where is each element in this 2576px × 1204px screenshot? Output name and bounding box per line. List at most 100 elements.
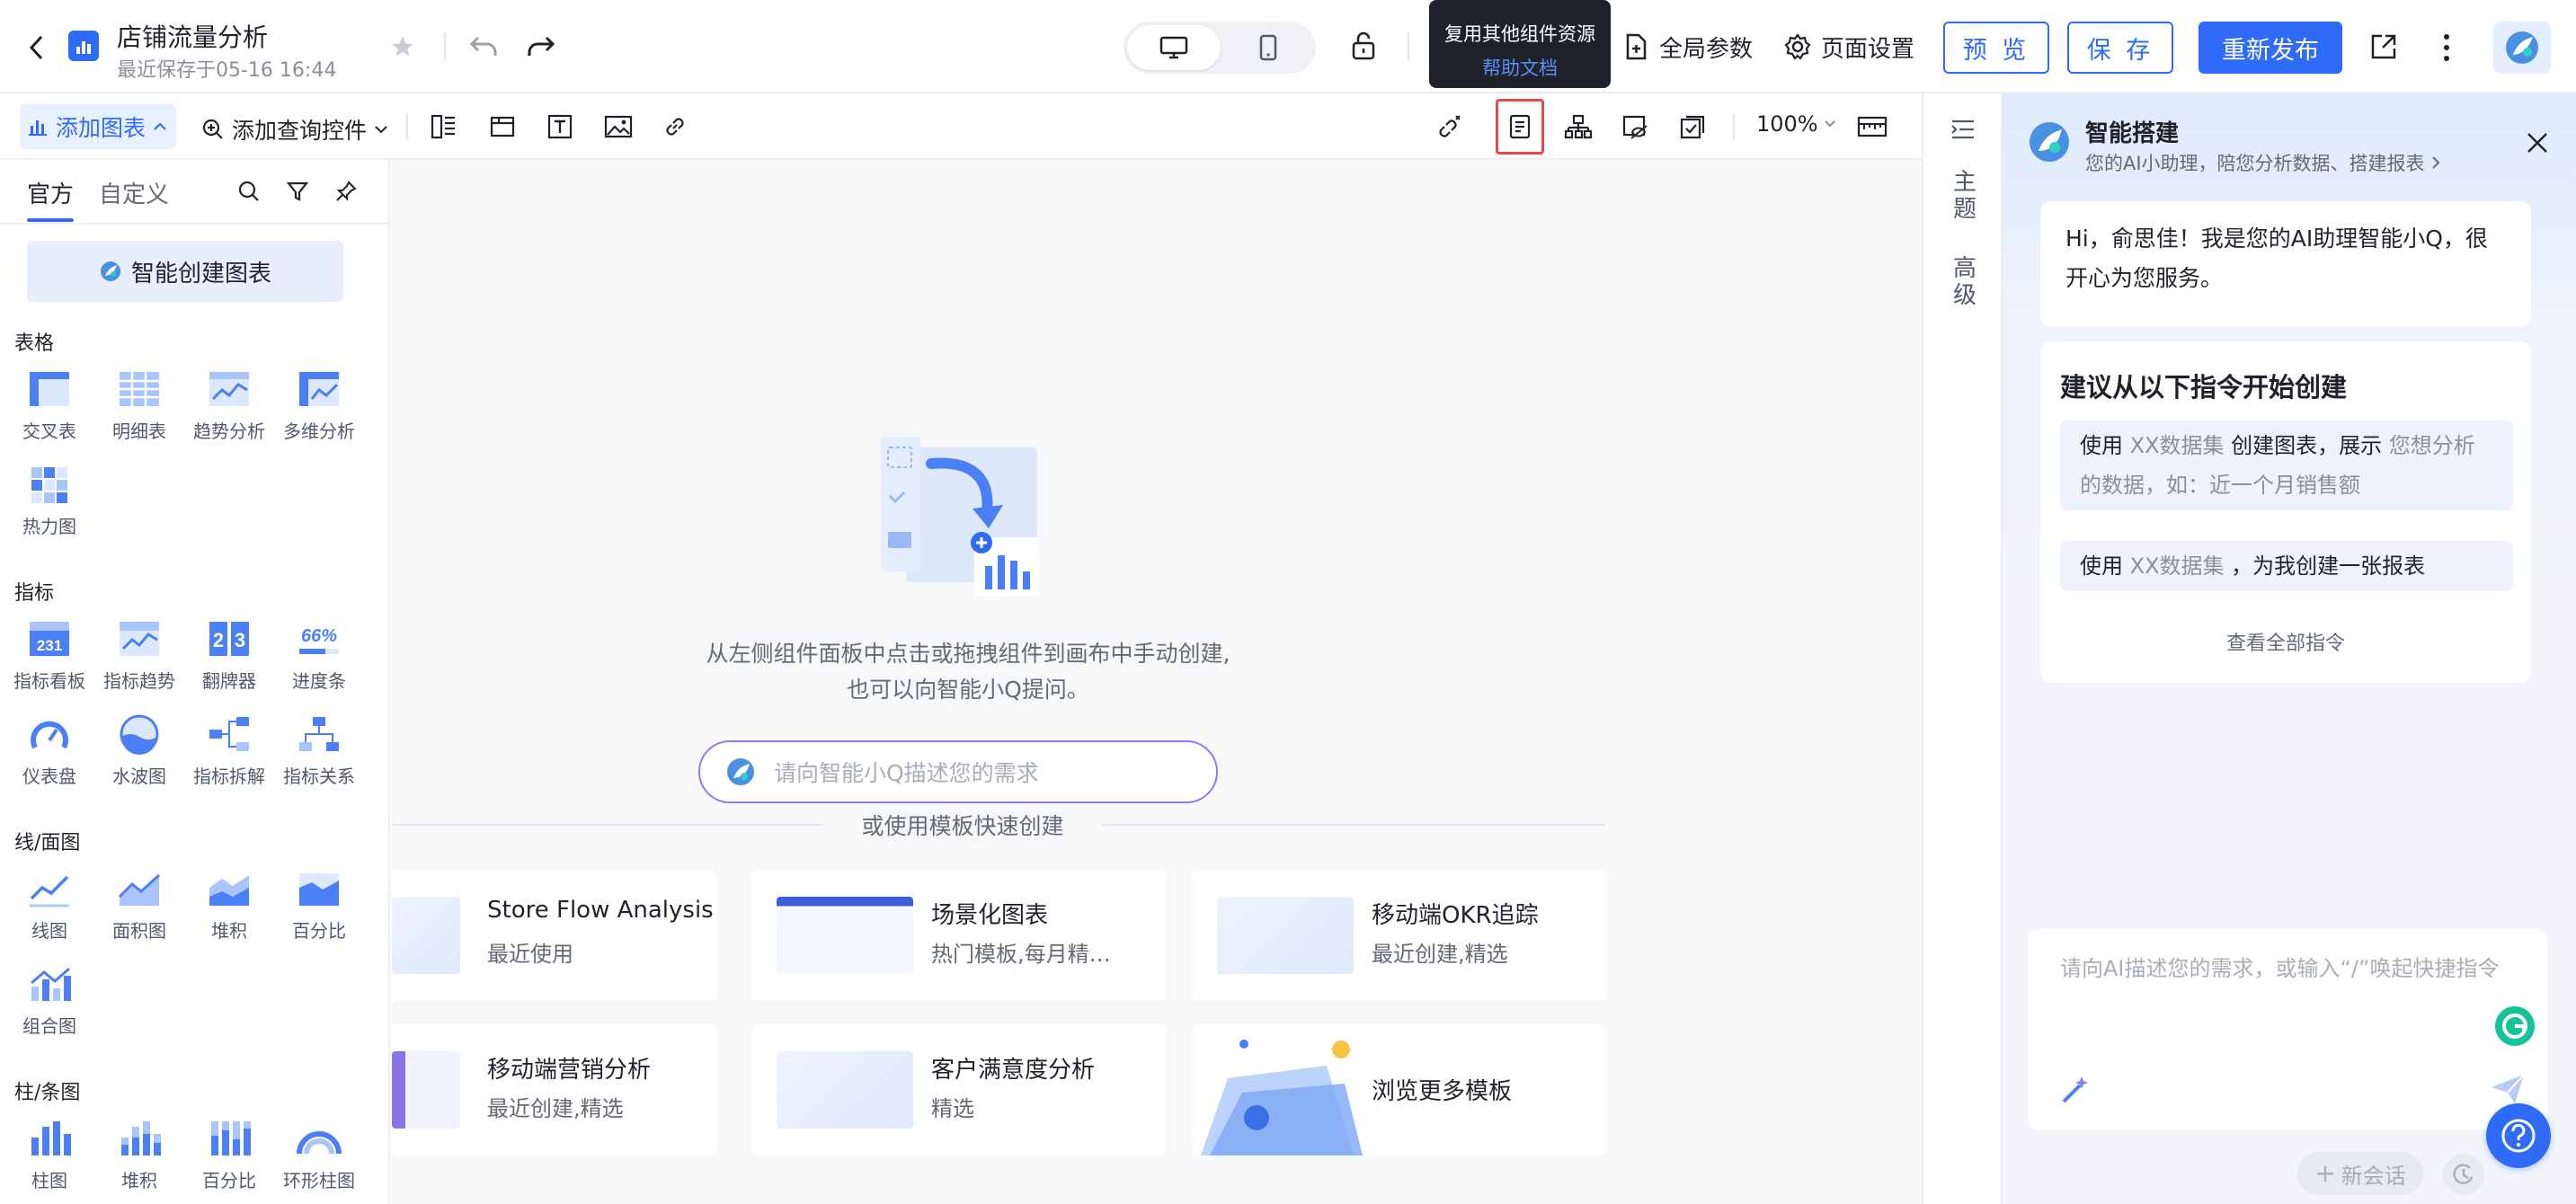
chart-label: 指标拆解: [193, 766, 265, 787]
add-query-control-button[interactable]: 添加查询控件: [201, 113, 388, 146]
new-chat-label: 新会话: [2341, 1163, 2406, 1189]
ai-create-chart-button[interactable]: 智能创建图表: [27, 241, 343, 302]
chart-liquid[interactable]: 水波图: [94, 713, 184, 803]
chart-bar[interactable]: 柱图: [4, 1118, 94, 1204]
chart-combo[interactable]: 组合图: [4, 963, 94, 1053]
chart-multidim-analysis[interactable]: 多维分析: [274, 368, 364, 458]
chart-progress-bar[interactable]: 66% 进度条: [274, 618, 364, 708]
template-card[interactable]: Store Flow Analysis 最近使用: [392, 870, 717, 1001]
plus-icon: +: [2314, 1158, 2336, 1188]
chart-label: 翻牌器: [202, 670, 256, 692]
template-card[interactable]: 移动端OKR追踪 最近创建,精选: [1192, 870, 1607, 1001]
tab-official[interactable]: 官方: [27, 176, 75, 222]
star-icon[interactable]: [390, 34, 415, 59]
percent-area-icon: [296, 868, 342, 909]
tab-advanced[interactable]: 高级: [1952, 255, 1977, 309]
chart-line[interactable]: 线图: [4, 868, 94, 958]
chart-trend-analysis[interactable]: 趋势分析: [184, 368, 274, 458]
data-link-icon[interactable]: [1435, 113, 1463, 140]
help-doc-link[interactable]: 帮助文档: [1429, 54, 1611, 81]
ai-panel-title: 智能搭建: [2085, 120, 2180, 147]
text-icon[interactable]: [546, 113, 573, 140]
chart-stacked-bar[interactable]: 堆积: [94, 1118, 184, 1204]
ai-assistant-icon[interactable]: [2493, 22, 2551, 74]
suggestion-item[interactable]: 使用 XX数据集 ，为我创建一张报表: [2060, 541, 2513, 591]
mobile-icon[interactable]: [1258, 34, 1278, 61]
device-toggle[interactable]: [1124, 22, 1316, 74]
browse-more-templates[interactable]: 浏览更多模板: [1192, 1024, 1607, 1155]
chart-label: 线图: [31, 920, 67, 942]
lock-icon[interactable]: [1350, 31, 1377, 61]
page-settings-button[interactable]: 页面设置: [1821, 31, 1914, 64]
chart-detail-table[interactable]: 明细表: [94, 368, 184, 458]
add-chart-button[interactable]: 添加图表: [20, 104, 176, 149]
history-icon[interactable]: [2443, 1154, 2484, 1195]
gear-icon[interactable]: [1783, 32, 1812, 61]
image-icon[interactable]: [604, 113, 633, 140]
check-icon[interactable]: [1679, 113, 1708, 140]
reuse-resource-tooltip: 复用其他组件资源 帮助文档: [1429, 0, 1611, 88]
chart-metric-trend[interactable]: 指标趋势: [94, 618, 184, 708]
reuse-resource-icon[interactable]: [1506, 113, 1533, 140]
back-icon[interactable]: [27, 34, 47, 61]
pin-icon[interactable]: [334, 180, 358, 203]
template-card[interactable]: 移动端营销分析 最近创建,精选: [392, 1024, 717, 1155]
global-params-icon[interactable]: [1623, 32, 1648, 61]
close-icon[interactable]: [2526, 131, 2549, 155]
ai-input-box[interactable]: 请向AI描述您的需求，或输入“/”唤起快捷指令: [2028, 929, 2547, 1130]
redo-icon[interactable]: [527, 34, 555, 59]
new-chat-button[interactable]: + 新会话: [2297, 1152, 2423, 1195]
chart-stacked-area[interactable]: 堆积: [184, 868, 274, 958]
help-button[interactable]: [2486, 1103, 2551, 1168]
chart-ring-bar[interactable]: 环形柱图: [274, 1118, 364, 1204]
tab-custom[interactable]: 自定义: [99, 176, 169, 209]
chart-gauge[interactable]: 仪表盘: [4, 713, 94, 803]
layout-icon[interactable]: [430, 113, 457, 140]
ruler-icon[interactable]: [1857, 113, 1888, 140]
search-icon[interactable]: [237, 180, 261, 203]
template-card[interactable]: 场景化图表 热门模板,每月精…: [751, 870, 1167, 1001]
tab-theme[interactable]: 主题: [1952, 169, 1977, 223]
add-search-icon: [202, 119, 223, 139]
chart-crosstab[interactable]: 交叉表: [4, 368, 94, 458]
send-icon[interactable]: [2490, 1073, 2526, 1105]
template-thumbnail: [1217, 897, 1354, 974]
chart-heatmap[interactable]: 热力图: [4, 464, 94, 553]
save-button[interactable]: 保 存: [2067, 22, 2173, 74]
chart-label: 多维分析: [283, 421, 355, 442]
desktop-icon[interactable]: [1159, 36, 1188, 59]
canvas-toolbar: 添加图表 添加查询控件 100%: [0, 93, 1922, 160]
chart-percent-area[interactable]: 百分比: [274, 868, 364, 958]
template-card[interactable]: 客户满意度分析 精选: [751, 1024, 1167, 1155]
grammarly-icon[interactable]: [2493, 1005, 2536, 1048]
chart-flip-counter[interactable]: 23 翻牌器: [184, 618, 274, 708]
hide-icon[interactable]: [1621, 113, 1650, 140]
structure-icon[interactable]: [1564, 113, 1593, 140]
chart-metric-breakdown[interactable]: 指标拆解: [184, 713, 274, 803]
suggestion-item[interactable]: 使用 XX数据集 创建图表，展示 您想分析的数据，如：近一个月销售额: [2060, 421, 2513, 510]
undo-icon[interactable]: [469, 34, 498, 59]
canvas-area[interactable]: 从左侧组件面板中点击或拖拽组件到画布中手动创建, 也可以向智能小Q提问。 请向智…: [392, 160, 1922, 1204]
metric-board-icon: 231: [26, 618, 73, 660]
ai-panel-subtitle[interactable]: 您的AI小助理，陪您分析数据、搭建报表: [2085, 149, 2441, 176]
chart-percent-bar[interactable]: 百分比: [184, 1118, 274, 1204]
external-link-icon[interactable]: [2369, 32, 2398, 61]
filter-icon[interactable]: [286, 180, 309, 203]
chart-area[interactable]: 面积图: [94, 868, 184, 958]
chart-metric-board[interactable]: 231 指标看板: [4, 618, 94, 708]
magic-wand-icon[interactable]: [2060, 1075, 2091, 1105]
republish-button[interactable]: 重新发布: [2198, 22, 2342, 74]
link-icon[interactable]: [662, 113, 688, 140]
chart-metric-relation[interactable]: 指标关系: [274, 713, 364, 803]
tab-component-icon[interactable]: [489, 113, 516, 140]
suggestion-text: 使用: [2080, 433, 2130, 458]
global-params-button[interactable]: 全局参数: [1659, 31, 1753, 64]
zoom-select[interactable]: 100%: [1756, 111, 1836, 137]
more-icon[interactable]: [2441, 32, 2452, 63]
preview-button[interactable]: 预 览: [1943, 22, 2049, 74]
ask-ai-input[interactable]: 请向智能小Q描述您的需求: [698, 740, 1218, 803]
view-all-commands-link[interactable]: 查看全部指令: [2040, 627, 2531, 656]
collapse-menu-icon[interactable]: [1950, 119, 1976, 140]
chart-label: 面积图: [112, 920, 166, 942]
ai-assistant-panel: 智能搭建 您的AI小助理，陪您分析数据、搭建报表 Hi，俞思佳！我是您的AI助理…: [2003, 93, 2576, 1204]
